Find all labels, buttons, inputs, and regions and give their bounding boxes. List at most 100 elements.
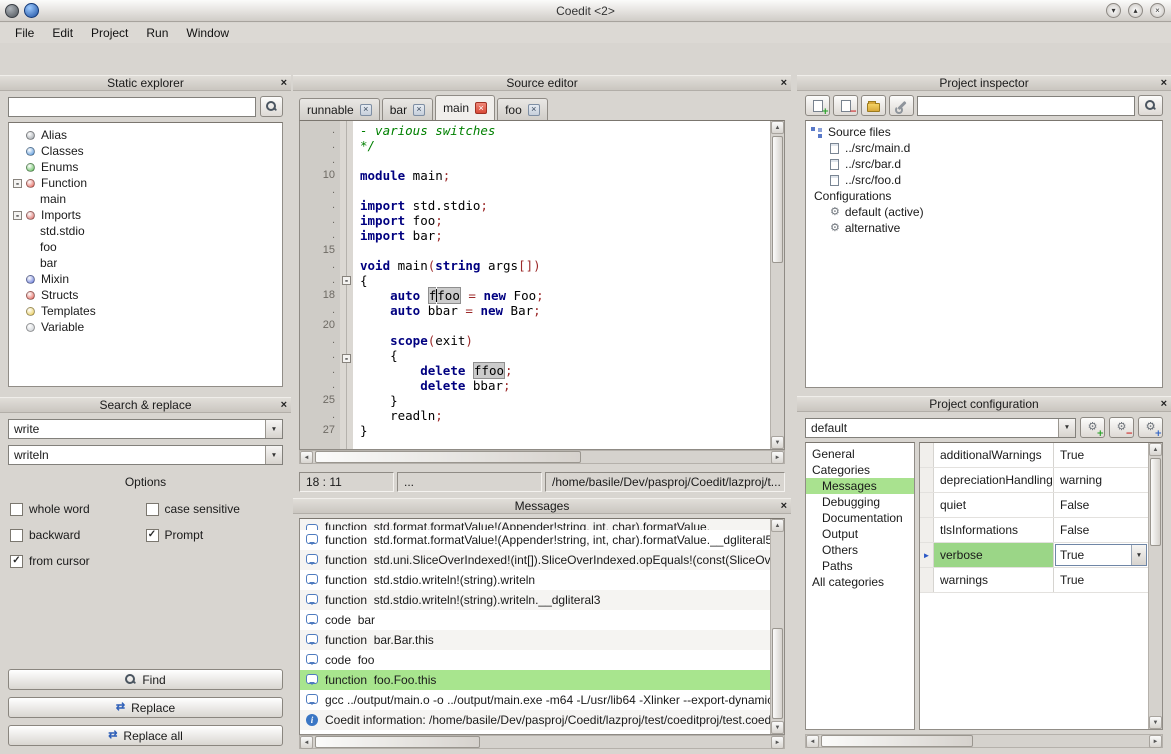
dropdown-arrow-icon[interactable]: ▼ bbox=[265, 420, 282, 438]
scrollbar-track[interactable] bbox=[1149, 456, 1162, 716]
symbol-filter-input[interactable] bbox=[8, 97, 256, 117]
scroll-right-button[interactable]: ► bbox=[1149, 735, 1162, 748]
replace-all-button[interactable]: ⇄ Replace all bbox=[8, 725, 283, 746]
scroll-right-button[interactable]: ► bbox=[771, 451, 784, 464]
message-row[interactable]: function std.format.formatValue!(Appende… bbox=[300, 519, 770, 530]
close-panel-icon[interactable]: × bbox=[781, 77, 787, 90]
project-tools-button[interactable] bbox=[889, 95, 914, 116]
menu-item-run[interactable]: Run bbox=[137, 24, 177, 42]
close-panel-icon[interactable]: × bbox=[281, 399, 287, 412]
fold-margin-cell[interactable]: - bbox=[340, 276, 353, 291]
close-panel-icon[interactable]: × bbox=[1161, 398, 1167, 411]
menu-item-project[interactable]: Project bbox=[82, 24, 137, 42]
close-panel-icon[interactable]: × bbox=[281, 77, 287, 90]
editor-tab-main[interactable]: main× bbox=[435, 95, 495, 120]
inspector-item-src-bar-d[interactable]: ../src/bar.d bbox=[806, 156, 1162, 172]
static-tree-item-alias[interactable]: Alias bbox=[9, 127, 282, 143]
fold-marker-icon[interactable]: - bbox=[342, 276, 351, 285]
search-term-combo[interactable]: write ▼ bbox=[8, 419, 283, 439]
scroll-down-button[interactable]: ▼ bbox=[1149, 716, 1162, 729]
fold-margin-cell[interactable]: - bbox=[340, 354, 353, 369]
filter-button[interactable] bbox=[260, 96, 283, 117]
message-row[interactable]: iCoedit information: /home/basile/Dev/pa… bbox=[300, 710, 770, 730]
config-category-output[interactable]: Output bbox=[806, 526, 914, 542]
static-tree-item-foo[interactable]: foo bbox=[9, 239, 282, 255]
code-text-area[interactable]: - various switches*/module main;import s… bbox=[353, 121, 770, 449]
editor-tab-runnable[interactable]: runnable× bbox=[299, 98, 380, 120]
add-configuration-button[interactable]: ⚙ + bbox=[1080, 417, 1105, 438]
menu-item-window[interactable]: Window bbox=[177, 24, 238, 42]
menu-item-file[interactable]: File bbox=[6, 24, 43, 42]
config-category-messages[interactable]: Messages bbox=[806, 478, 914, 494]
static-tree-item-mixin[interactable]: Mixin bbox=[9, 271, 282, 287]
message-row[interactable]: function std.uni.SliceOverIndexed!(int[]… bbox=[300, 550, 770, 570]
checkbox-icon[interactable] bbox=[10, 503, 23, 516]
option-checkbox-backward[interactable]: backward bbox=[10, 528, 146, 542]
scrollbar-thumb[interactable] bbox=[315, 736, 480, 748]
message-row[interactable]: function bar.Bar.this bbox=[300, 630, 770, 650]
message-row[interactable]: gcc ../output/main.o -o ../output/main.e… bbox=[300, 690, 770, 710]
scroll-right-button[interactable]: ► bbox=[771, 736, 784, 749]
editor-tab-foo[interactable]: foo× bbox=[497, 98, 548, 120]
close-panel-icon[interactable]: × bbox=[1161, 77, 1167, 90]
static-tree-item-std-stdio[interactable]: std.stdio bbox=[9, 223, 282, 239]
property-row-quiet[interactable]: quietFalse bbox=[920, 493, 1148, 518]
inspector-item-source-files[interactable]: Source files bbox=[806, 124, 1162, 140]
inspector-item-src-main-d[interactable]: ../src/main.d bbox=[806, 140, 1162, 156]
maximize-button[interactable]: ▴ bbox=[1128, 3, 1143, 18]
property-row-additionalwarnings[interactable]: additionalWarningsTrue bbox=[920, 443, 1148, 468]
static-tree-item-classes[interactable]: Classes bbox=[9, 143, 282, 159]
message-row[interactable]: function std.format.formatValue!(Appende… bbox=[300, 530, 770, 550]
static-tree-item-main[interactable]: main bbox=[9, 191, 282, 207]
config-category-all-categories[interactable]: All categories bbox=[806, 574, 914, 590]
tree-expander-icon[interactable]: - bbox=[13, 211, 22, 220]
message-row[interactable]: function foo.Foo.this bbox=[300, 670, 770, 690]
config-category-others[interactable]: Others bbox=[806, 542, 914, 558]
scrollbar-track[interactable] bbox=[819, 735, 1149, 747]
tab-close-icon[interactable]: × bbox=[360, 104, 372, 116]
scroll-left-button[interactable]: ◄ bbox=[806, 735, 819, 748]
messages-horizontal-scrollbar[interactable]: ◄ ► bbox=[299, 735, 785, 749]
static-tree-item-function[interactable]: -Function bbox=[9, 175, 282, 191]
editor-vertical-scrollbar[interactable]: ▲ ▼ bbox=[770, 121, 784, 449]
static-tree-item-templates[interactable]: Templates bbox=[9, 303, 282, 319]
scrollbar-thumb[interactable] bbox=[1150, 458, 1161, 546]
dropdown-arrow-icon[interactable]: ▼ bbox=[265, 446, 282, 464]
scrollbar-thumb[interactable] bbox=[315, 451, 581, 463]
configuration-selector-combo[interactable]: default ▼ bbox=[805, 418, 1076, 438]
static-tree-item-structs[interactable]: Structs bbox=[9, 287, 282, 303]
property-value[interactable]: True▼ bbox=[1054, 543, 1148, 567]
scrollbar-track[interactable] bbox=[771, 532, 784, 721]
option-checkbox-case-sensitive[interactable]: case sensitive bbox=[146, 502, 282, 516]
replace-button[interactable]: ⇄ Replace bbox=[8, 697, 283, 718]
tab-close-icon[interactable]: × bbox=[475, 102, 487, 114]
inspector-item-alternative[interactable]: ⚙alternative bbox=[806, 220, 1162, 236]
tab-close-icon[interactable]: × bbox=[528, 104, 540, 116]
checkbox-icon[interactable]: ✓ bbox=[146, 529, 159, 542]
messages-vertical-scrollbar[interactable]: ▲ ▼ bbox=[770, 519, 784, 734]
scrollbar-thumb[interactable] bbox=[772, 628, 783, 719]
remove-configuration-button[interactable]: ⚙ − bbox=[1109, 417, 1134, 438]
static-tree-item-imports[interactable]: -Imports bbox=[9, 207, 282, 223]
static-tree-item-bar[interactable]: bar bbox=[9, 255, 282, 271]
editor-tab-bar[interactable]: bar× bbox=[382, 98, 433, 120]
scrollbar-thumb[interactable] bbox=[772, 136, 783, 263]
scroll-up-button[interactable]: ▲ bbox=[1149, 443, 1162, 456]
message-row[interactable]: function std.stdio.writeln!(string).writ… bbox=[300, 590, 770, 610]
scrollbar-track[interactable] bbox=[771, 134, 784, 436]
replace-term-combo[interactable]: writeln ▼ bbox=[8, 445, 283, 465]
scroll-up-button[interactable]: ▲ bbox=[771, 519, 784, 532]
config-category-general[interactable]: General bbox=[806, 446, 914, 462]
scroll-left-button[interactable]: ◄ bbox=[300, 736, 313, 749]
clone-configuration-button[interactable]: ⚙ + bbox=[1138, 417, 1163, 438]
config-category-documentation[interactable]: Documentation bbox=[806, 510, 914, 526]
inspector-filter-button[interactable] bbox=[1138, 95, 1163, 116]
editor-horizontal-scrollbar[interactable]: ◄ ► bbox=[299, 450, 785, 464]
tab-close-icon[interactable]: × bbox=[413, 104, 425, 116]
config-category-debugging[interactable]: Debugging bbox=[806, 494, 914, 510]
inspector-filter-input[interactable] bbox=[917, 96, 1135, 116]
scroll-up-button[interactable]: ▲ bbox=[771, 121, 784, 134]
scroll-down-button[interactable]: ▼ bbox=[771, 436, 784, 449]
menu-item-edit[interactable]: Edit bbox=[43, 24, 82, 42]
property-row-warnings[interactable]: warningsTrue bbox=[920, 568, 1148, 593]
